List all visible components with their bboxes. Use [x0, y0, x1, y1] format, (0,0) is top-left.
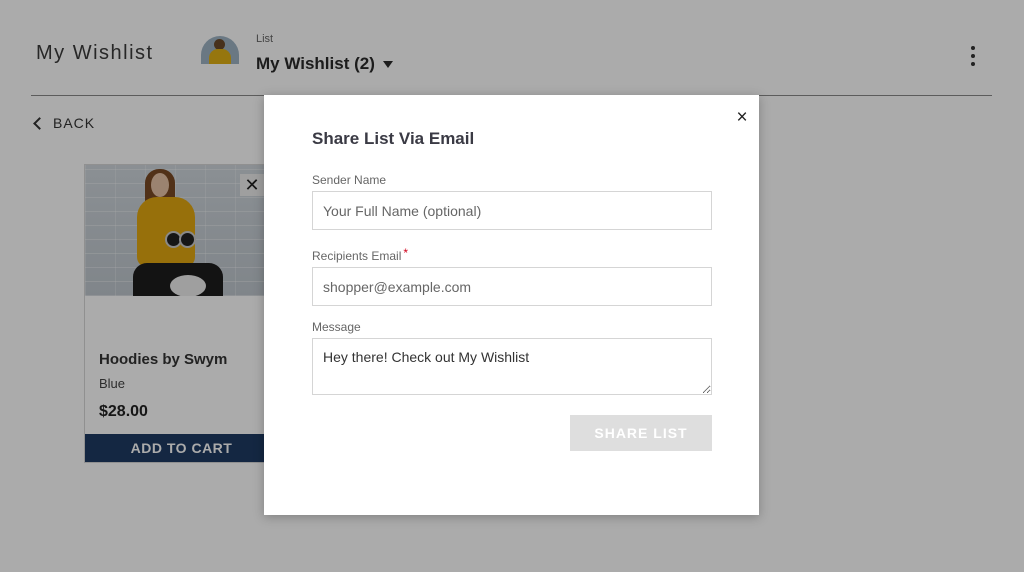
message-label: Message	[312, 320, 361, 334]
share-list-button[interactable]: SHARE LIST	[570, 415, 712, 451]
message-label-text: Message	[312, 320, 361, 334]
modal-title: Share List Via Email	[312, 129, 475, 148]
recipients-email-input[interactable]	[312, 267, 712, 306]
sender-name-label: Sender Name	[312, 173, 386, 187]
close-icon[interactable]: ×	[734, 107, 750, 128]
required-star: *	[403, 246, 409, 260]
recipients-email-label: Recipients Email *	[312, 246, 409, 263]
share-list-modal: × Share List Via Email Sender Name Recip…	[264, 95, 759, 515]
message-textarea[interactable]: Hey there! Check out My Wishlist	[312, 338, 712, 395]
sender-name-input[interactable]	[312, 191, 712, 230]
sender-name-label-text: Sender Name	[312, 173, 387, 187]
recipients-email-label-text: Recipients Email	[312, 249, 402, 263]
